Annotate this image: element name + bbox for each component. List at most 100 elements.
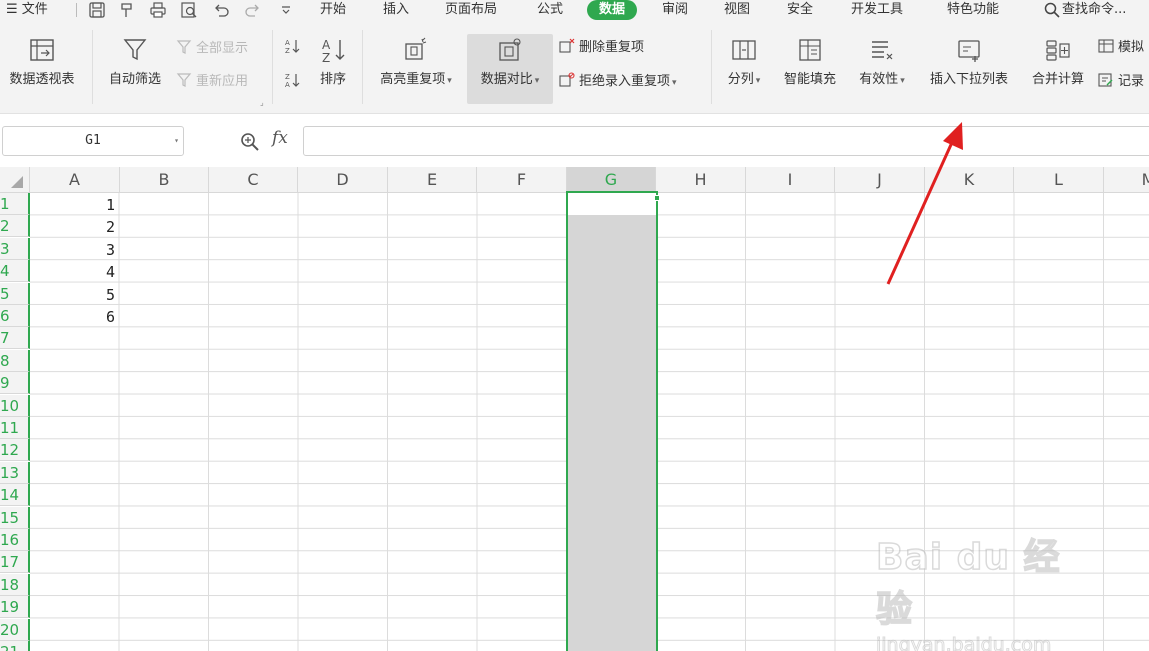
row-header-21[interactable]: 21 bbox=[0, 641, 30, 651]
highlight-duplicates-icon bbox=[402, 36, 430, 64]
search-icon[interactable] bbox=[1043, 1, 1061, 19]
validity-button[interactable]: 有效性 ▾ bbox=[851, 36, 913, 89]
tab-page-layout[interactable]: 页面布局 bbox=[445, 0, 497, 20]
watermark-url: jingyan.baidu.com bbox=[876, 634, 1052, 651]
row-header-1[interactable]: 1 bbox=[0, 193, 30, 215]
redo-icon[interactable] bbox=[244, 1, 262, 19]
tab-view[interactable]: 视图 bbox=[724, 0, 750, 20]
cell-a5[interactable]: 5 bbox=[30, 283, 118, 305]
tab-developer[interactable]: 开发工具 bbox=[851, 0, 903, 20]
tab-security[interactable]: 安全 bbox=[787, 0, 813, 20]
column-header-b[interactable]: B bbox=[120, 167, 209, 193]
file-menu[interactable]: ☰ 文件 bbox=[6, 0, 48, 20]
row-header-20[interactable]: 20 bbox=[0, 618, 30, 641]
column-header-m[interactable]: M bbox=[1104, 167, 1149, 193]
cell-a3[interactable]: 3 bbox=[30, 238, 118, 260]
cell-a2[interactable]: 2 bbox=[30, 215, 118, 237]
row-header-6[interactable]: 6 bbox=[0, 305, 30, 327]
row-header-11[interactable]: 11 bbox=[0, 417, 30, 439]
sort-button[interactable]: AZ 排序 bbox=[312, 36, 354, 88]
name-box[interactable]: G1 ▾ bbox=[2, 126, 184, 156]
tab-data[interactable]: 数据 bbox=[587, 0, 638, 20]
fx-icon[interactable]: fx bbox=[272, 128, 288, 148]
show-all-button[interactable]: 全部显示 bbox=[176, 39, 248, 59]
active-cell-g1[interactable] bbox=[568, 193, 656, 215]
cell-a6[interactable]: 6 bbox=[30, 305, 118, 327]
format-painter-icon[interactable] bbox=[118, 1, 136, 19]
formula-input[interactable] bbox=[303, 126, 1149, 156]
sort-ascending-button[interactable]: AZ bbox=[284, 38, 304, 58]
print-icon[interactable] bbox=[149, 1, 167, 19]
sort-ascending-icon: AZ bbox=[284, 38, 300, 55]
command-search[interactable]: 查找命令... bbox=[1062, 0, 1126, 20]
undo-icon[interactable] bbox=[212, 1, 230, 19]
smart-fill-button[interactable]: 智能填充 bbox=[778, 36, 842, 88]
pivot-table-icon bbox=[28, 36, 56, 64]
row-header-15[interactable]: 15 bbox=[0, 506, 30, 529]
column-header-g[interactable]: G bbox=[567, 167, 656, 193]
tab-special-features[interactable]: 特色功能 bbox=[947, 0, 999, 20]
row-header-3[interactable]: 3 bbox=[0, 237, 30, 260]
auto-filter-button[interactable]: 自动筛选 bbox=[103, 36, 167, 88]
tab-start[interactable]: 开始 bbox=[320, 0, 346, 20]
insert-dropdown-list-icon bbox=[955, 36, 983, 64]
reapply-button[interactable]: 重新应用 bbox=[176, 72, 248, 92]
simulate-analysis-button[interactable]: 模拟 bbox=[1098, 38, 1144, 58]
insert-dropdown-list-button[interactable]: 插入下拉列表 bbox=[922, 36, 1016, 88]
record-sheet-button[interactable]: 记录 bbox=[1098, 72, 1144, 92]
column-header-a[interactable]: A bbox=[30, 167, 120, 193]
column-header-d[interactable]: D bbox=[298, 167, 388, 193]
name-box-dropdown-icon[interactable]: ▾ bbox=[174, 127, 179, 155]
row-header-10[interactable]: 10 bbox=[0, 394, 30, 417]
reapply-icon bbox=[176, 72, 192, 88]
customize-dropdown-icon[interactable] bbox=[277, 1, 295, 19]
row-header-8[interactable]: 8 bbox=[0, 349, 30, 372]
print-preview-icon[interactable] bbox=[180, 1, 198, 19]
row-header-5[interactable]: 5 bbox=[0, 282, 30, 305]
consolidate-icon bbox=[1044, 36, 1072, 64]
select-all-corner[interactable] bbox=[0, 167, 30, 193]
consolidate-button[interactable]: 合并计算 bbox=[1026, 36, 1090, 88]
row-header-13[interactable]: 13 bbox=[0, 461, 30, 484]
cell-a1[interactable]: 1 bbox=[30, 193, 118, 215]
row-header-16[interactable]: 16 bbox=[0, 529, 30, 551]
row-header-18[interactable]: 18 bbox=[0, 573, 30, 596]
filter-options-launcher-icon[interactable]: ⌟ bbox=[260, 98, 264, 107]
row-header-4[interactable]: 4 bbox=[0, 260, 30, 283]
tab-review[interactable]: 审阅 bbox=[662, 0, 688, 20]
tab-insert[interactable]: 插入 bbox=[383, 0, 409, 20]
save-icon[interactable] bbox=[88, 1, 106, 19]
highlight-duplicates-button[interactable]: 高亮重复项 ▾ bbox=[372, 36, 460, 89]
column-header-e[interactable]: E bbox=[388, 167, 477, 193]
column-header-i[interactable]: I bbox=[746, 167, 835, 193]
svg-text:A: A bbox=[285, 81, 290, 88]
row-header-12[interactable]: 12 bbox=[0, 439, 30, 462]
column-header-l[interactable]: L bbox=[1014, 167, 1104, 193]
sort-descending-button[interactable]: ZA bbox=[284, 72, 304, 92]
column-header-c[interactable]: C bbox=[209, 167, 298, 193]
tab-formulas[interactable]: 公式 bbox=[537, 0, 563, 20]
row-header-7[interactable]: 7 bbox=[0, 327, 30, 350]
row-header-14[interactable]: 14 bbox=[0, 484, 30, 507]
ribbon-separator bbox=[711, 30, 712, 104]
svg-text:Z: Z bbox=[285, 73, 290, 81]
row-header-19[interactable]: 19 bbox=[0, 596, 30, 619]
row-header-9[interactable]: 9 bbox=[0, 372, 30, 395]
pivot-table-button[interactable]: 数据透视表 bbox=[3, 36, 81, 88]
data-compare-button[interactable]: 数据对比 ▾ bbox=[467, 34, 553, 104]
row-header-17[interactable]: 17 bbox=[0, 551, 30, 574]
column-header-h[interactable]: H bbox=[656, 167, 746, 193]
cell-a4[interactable]: 4 bbox=[30, 260, 118, 282]
column-header-f[interactable]: F bbox=[477, 167, 567, 193]
zoom-icon[interactable] bbox=[240, 132, 260, 152]
remove-duplicates-button[interactable]: 删除重复项 bbox=[559, 38, 644, 58]
menu-bar: ☰ 文件 开始 插入 页面布局 公式 数据 审阅 视图 安全 开发工具 特色功能… bbox=[0, 0, 1149, 22]
menu-divider bbox=[76, 3, 77, 17]
split-column-button[interactable]: 分列 ▾ bbox=[720, 36, 768, 89]
row-header-2[interactable]: 2 bbox=[0, 215, 30, 238]
svg-text:Z: Z bbox=[285, 47, 290, 54]
fill-handle[interactable] bbox=[654, 195, 660, 201]
reject-duplicates-icon bbox=[559, 72, 575, 88]
reject-duplicates-button[interactable]: 拒绝录入重复项 ▾ bbox=[559, 72, 677, 92]
svg-text:A: A bbox=[322, 38, 331, 52]
